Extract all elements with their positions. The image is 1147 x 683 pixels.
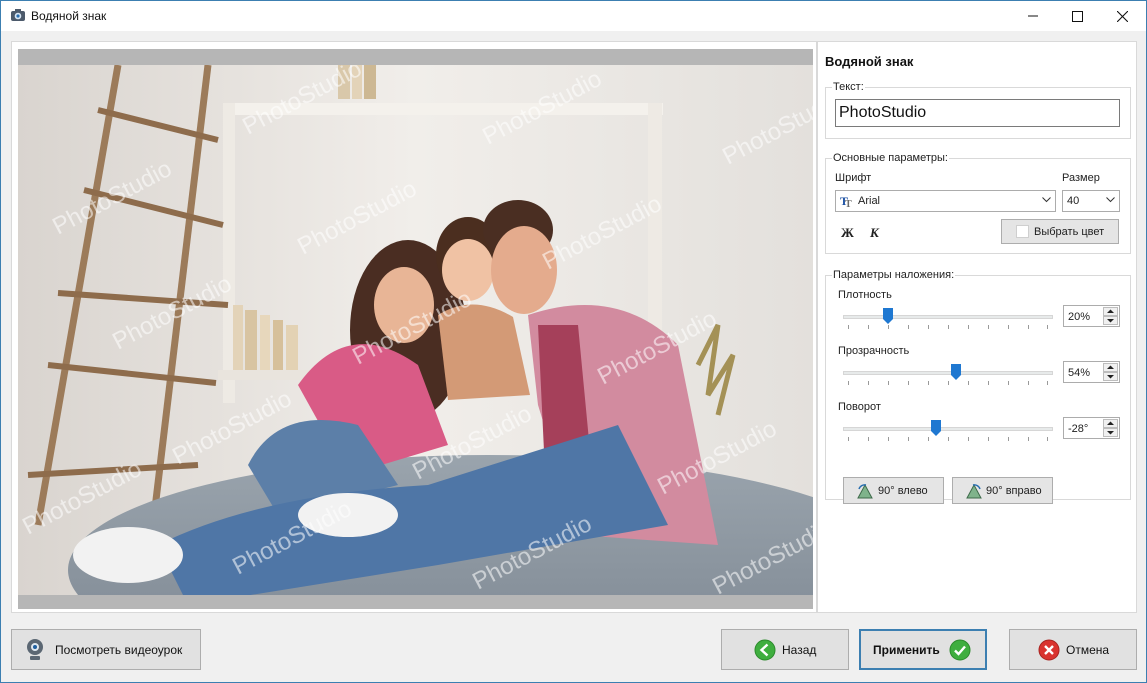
family-photo-image: PhotoStudio PhotoStudio PhotoStudio Phot… bbox=[18, 65, 813, 595]
back-button[interactable]: Назад bbox=[721, 629, 849, 670]
main-params-label: Основные параметры: bbox=[832, 152, 949, 164]
check-icon bbox=[949, 639, 971, 661]
apply-label: Применить bbox=[873, 643, 940, 657]
panel-title: Водяной знак bbox=[825, 54, 914, 69]
opacity-label: Прозрачность bbox=[838, 345, 910, 357]
webcam-icon bbox=[27, 639, 43, 660]
color-swatch bbox=[1016, 225, 1029, 238]
preview-border-bottom bbox=[18, 595, 813, 609]
overlay-params-group: Параметры наложения: Плотность 20% Прозр… bbox=[825, 269, 1131, 504]
svg-text:T: T bbox=[845, 199, 852, 208]
text-group: Текст: bbox=[825, 81, 1131, 139]
back-label: Назад bbox=[782, 643, 817, 657]
preview-border-top bbox=[18, 49, 813, 65]
minimize-icon bbox=[1027, 15, 1038, 17]
chevron-down-icon bbox=[1106, 197, 1115, 203]
density-slider-ticks bbox=[848, 325, 1048, 329]
choose-color-button[interactable]: Выбрать цвет bbox=[1001, 219, 1119, 244]
size-select-value: 40 bbox=[1067, 195, 1080, 207]
chevron-down-icon bbox=[1042, 197, 1051, 203]
minimize-button[interactable] bbox=[1010, 1, 1055, 31]
size-select[interactable]: 40 bbox=[1062, 190, 1120, 212]
size-label: Размер bbox=[1062, 172, 1100, 184]
rotate-right-icon bbox=[966, 483, 982, 499]
rotation-slider-thumb[interactable] bbox=[931, 420, 941, 436]
watch-video-lesson-label: Посмотреть видеоурок bbox=[55, 643, 183, 657]
apply-button[interactable]: Применить bbox=[859, 629, 987, 670]
rotate-right-label: 90° вправо bbox=[986, 485, 1042, 497]
rotate-right-button[interactable]: 90° вправо bbox=[952, 477, 1053, 504]
bold-button[interactable]: Ж bbox=[841, 225, 854, 241]
opacity-slider-track[interactable] bbox=[843, 371, 1053, 375]
rotation-slider-ticks bbox=[848, 437, 1048, 441]
cancel-button[interactable]: Отмена bbox=[1009, 629, 1137, 670]
italic-button[interactable]: К bbox=[870, 225, 879, 241]
cancel-x-icon bbox=[1038, 639, 1060, 661]
density-spinbox[interactable]: 20% bbox=[1063, 305, 1120, 327]
title-bar: Водяной знак bbox=[1, 1, 1146, 31]
rotate-left-button[interactable]: 90° влево bbox=[843, 477, 944, 504]
cancel-label: Отмена bbox=[1066, 643, 1110, 657]
choose-color-label: Выбрать цвет bbox=[1034, 226, 1105, 238]
preview-area: PhotoStudio PhotoStudio PhotoStudio Phot… bbox=[11, 41, 817, 613]
close-icon bbox=[1117, 10, 1128, 22]
maximize-button[interactable] bbox=[1055, 1, 1100, 31]
rotation-label: Поворот bbox=[838, 401, 881, 413]
text-group-label: Текст: bbox=[832, 81, 865, 93]
spin-arrows-icon[interactable] bbox=[1103, 307, 1118, 325]
spin-arrows-icon[interactable] bbox=[1103, 419, 1118, 437]
main-params-group: Основные параметры: Шрифт Размер T T Ari… bbox=[825, 152, 1131, 254]
density-value: 20% bbox=[1068, 311, 1091, 323]
opacity-value: 54% bbox=[1068, 367, 1091, 379]
rotation-spinbox[interactable]: -28° bbox=[1063, 417, 1120, 439]
camera-icon bbox=[11, 9, 25, 21]
font-select-value: Arial bbox=[858, 195, 881, 207]
window-title: Водяной знак bbox=[31, 9, 107, 23]
opacity-slider-thumb[interactable] bbox=[951, 364, 961, 380]
watermark-text-input[interactable] bbox=[835, 99, 1120, 127]
rotate-left-icon bbox=[857, 483, 873, 499]
close-button[interactable] bbox=[1100, 1, 1145, 31]
rotation-value: -28° bbox=[1068, 423, 1089, 435]
arrow-left-icon bbox=[754, 639, 776, 661]
overlay-params-label: Параметры наложения: bbox=[832, 269, 956, 281]
maximize-icon bbox=[1072, 10, 1083, 22]
truetype-font-icon: T T bbox=[840, 194, 852, 208]
density-slider-thumb[interactable] bbox=[883, 308, 893, 324]
preview-photo: PhotoStudio PhotoStudio PhotoStudio Phot… bbox=[18, 65, 813, 595]
rotate-left-label: 90° влево bbox=[878, 485, 928, 497]
rotation-slider-track[interactable] bbox=[843, 427, 1053, 431]
font-select[interactable]: T T Arial bbox=[835, 190, 1056, 212]
density-label: Плотность bbox=[838, 289, 892, 301]
opacity-spinbox[interactable]: 54% bbox=[1063, 361, 1120, 383]
settings-panel: Водяной знак Текст: Основные параметры: … bbox=[817, 41, 1137, 613]
density-slider-track[interactable] bbox=[843, 315, 1053, 319]
opacity-slider-ticks bbox=[848, 381, 1048, 385]
watermark-dialog: Водяной знак PhotoStudio PhotoStudio Pho… bbox=[0, 0, 1147, 683]
spin-arrows-icon[interactable] bbox=[1103, 363, 1118, 381]
watch-video-lesson-button[interactable]: Посмотреть видеоурок bbox=[11, 629, 201, 670]
font-label: Шрифт bbox=[835, 172, 872, 184]
